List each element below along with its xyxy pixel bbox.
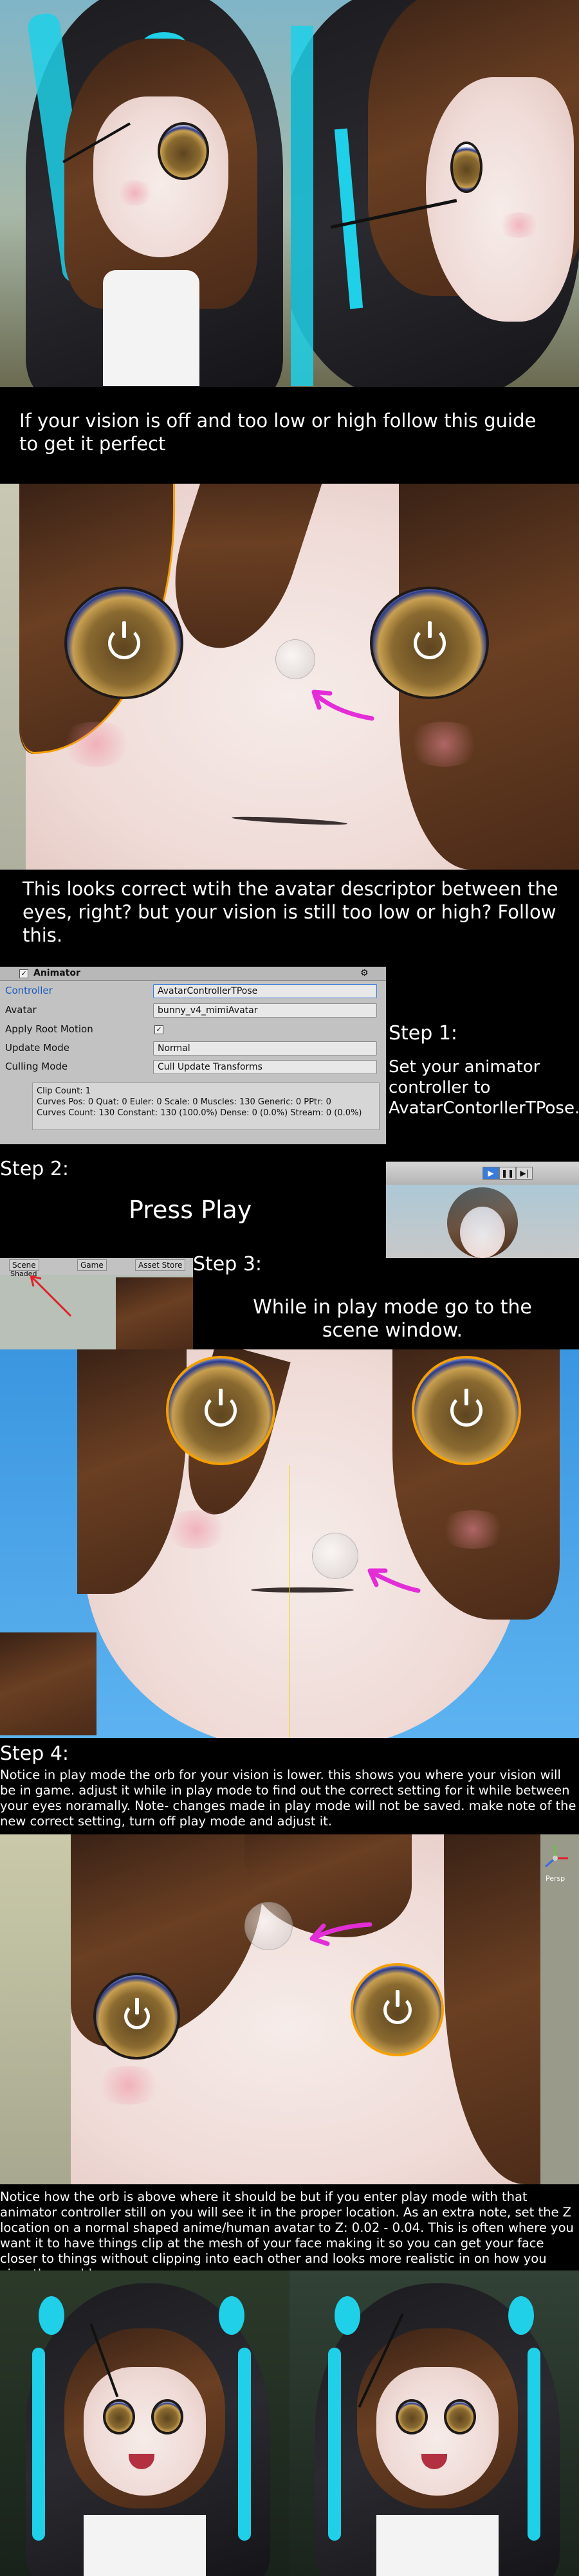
vision-orb [275, 639, 315, 679]
bottom-left-avatar-image [0, 2270, 290, 2576]
update-mode-dropdown[interactable]: Normal [153, 1041, 377, 1055]
root-motion-label: Apply Root Motion [5, 1023, 93, 1035]
magenta-arrow-icon [311, 690, 374, 721]
clip-info-box: Clip Count: 1 Curves Pos: 0 Quat: 0 Eule… [32, 1082, 380, 1130]
intro-text: If your vision is off and too low or hig… [19, 410, 537, 455]
avatar-label: Avatar [5, 1004, 37, 1016]
vision-orb-above [244, 1902, 293, 1950]
curves-pos-text: Curves Pos: 0 Quat: 0 Euler: 0 Scale: 0 … [37, 1097, 331, 1107]
controller-label: Controller [5, 985, 53, 996]
culling-mode-label: Culling Mode [5, 1061, 68, 1072]
animator-component-title: Animator [33, 968, 80, 978]
vision-orb-play-mode [312, 1533, 358, 1579]
top-left-avatar-image [0, 0, 291, 387]
scene-view-face-image [0, 1349, 579, 1738]
step2-title: Step 2: [0, 1158, 69, 1180]
orb-above-face-image: Persp [0, 1834, 579, 2184]
top-right-avatar-image [291, 0, 579, 387]
pause-button[interactable]: ❚❚ [499, 1167, 516, 1180]
animator-inspector: ✓ Animator ⚙ Controller AvatarController… [0, 967, 386, 1144]
play-toolbar-image: ▶ ❚❚ ▶| [386, 1162, 579, 1258]
controller-field[interactable]: AvatarControllerTPose [153, 984, 377, 998]
step3-title: Step 3: [193, 1253, 262, 1275]
magenta-arrow-icon [309, 1922, 372, 1946]
tab-asset-store[interactable]: Asset Store [135, 1259, 186, 1271]
scene-tab-screenshot: Scene Game Asset Store Shaded [0, 1258, 193, 1349]
avatar-field[interactable]: bunny_v4_mimiAvatar [153, 1003, 377, 1018]
settings-gear-icon[interactable]: ⚙ [360, 968, 369, 978]
step4-text: Notice in play mode the orb for your vis… [0, 1768, 576, 1829]
curves-count-text: Curves Count: 130 Constant: 130 (100.0%)… [37, 1108, 362, 1118]
bottom-right-avatar-image [290, 2270, 579, 2576]
step1-title: Step 1: [389, 1022, 458, 1045]
update-mode-label: Update Mode [5, 1042, 69, 1054]
clip-count-text: Clip Count: 1 [37, 1086, 91, 1096]
culling-mode-dropdown[interactable]: Cull Update Transforms [153, 1060, 377, 1074]
persp-label: Persp [546, 1874, 565, 1883]
component-checkbox[interactable]: ✓ [19, 969, 28, 978]
step-button[interactable]: ▶| [516, 1167, 533, 1180]
red-arrow-icon [30, 1275, 72, 1317]
play-button[interactable]: ▶ [482, 1167, 499, 1180]
step1-text: Set your animator controller to AvatarCo… [389, 1057, 579, 1118]
scene-gizmo-icon[interactable] [539, 1842, 571, 1874]
descriptor-explanation-text: This looks correct wtih the avatar descr… [23, 878, 558, 946]
magenta-arrow-icon [367, 1568, 421, 1593]
tab-game[interactable]: Game [77, 1259, 107, 1271]
step3-text: While in play mode go to the scene windo… [253, 1296, 532, 1342]
face-closeup-image-1 [0, 484, 579, 870]
root-motion-checkbox[interactable]: ✓ [154, 1025, 163, 1034]
final-note-text: Notice how the orb is above where it sho… [0, 2189, 574, 2281]
step4-title: Step 4: [0, 1742, 69, 1765]
press-play-text: Press Play [129, 1196, 252, 1224]
